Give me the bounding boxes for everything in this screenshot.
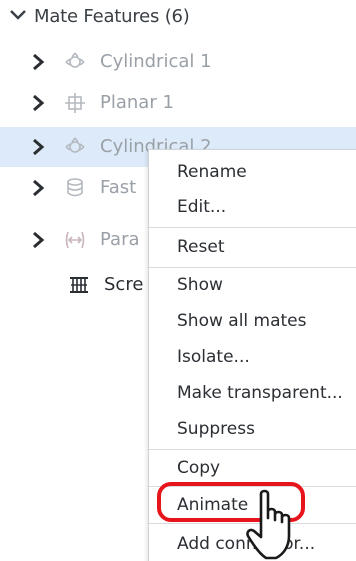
tree-item-label: Scre (104, 274, 144, 295)
tree-item-label: Cylindrical 1 (100, 51, 212, 72)
chevron-right-icon[interactable] (30, 53, 46, 71)
menu-item-rename[interactable]: Rename (149, 154, 356, 190)
menu-item-show[interactable]: Show (149, 267, 356, 303)
menu-item-isolate[interactable]: Isolate... (149, 339, 356, 375)
tree-item-label: Fast (100, 177, 137, 198)
cylindrical-mate-icon (65, 137, 85, 153)
parallel-mate-icon (65, 231, 85, 249)
section-title: Mate Features (6) (34, 6, 190, 27)
planar-mate-icon (65, 93, 85, 113)
tree-item-planar-1[interactable]: Planar 1 (0, 83, 356, 123)
chevron-right-icon[interactable] (30, 138, 46, 156)
chevron-right-icon[interactable] (30, 179, 46, 197)
cylindrical-mate-icon (65, 52, 85, 68)
tree-item-label: Planar 1 (100, 92, 174, 113)
hand-cursor-icon (246, 489, 291, 560)
menu-item-reset[interactable]: Reset (149, 229, 356, 265)
menu-item-copy[interactable]: Copy (149, 450, 356, 486)
app-window: Mate Features (6) Cylindrical 1 Planar 1 (0, 0, 356, 561)
tree-item-cylindrical-1[interactable]: Cylindrical 1 (0, 42, 356, 82)
menu-separator (149, 227, 356, 228)
chevron-right-icon[interactable] (30, 231, 46, 249)
tree-item-label: Para (100, 229, 140, 250)
fastened-mate-icon (67, 178, 83, 197)
menu-item-edit[interactable]: Edit... (149, 189, 356, 225)
chevron-right-icon[interactable] (30, 94, 46, 112)
screw-relation-icon (70, 277, 88, 293)
menu-item-make-transparent[interactable]: Make transparent... (149, 375, 356, 411)
menu-item-show-all-mates[interactable]: Show all mates (149, 303, 356, 339)
mate-features-header[interactable]: Mate Features (6) (0, 0, 356, 34)
menu-item-suppress[interactable]: Suppress (149, 411, 356, 447)
chevron-down-icon (10, 10, 26, 20)
